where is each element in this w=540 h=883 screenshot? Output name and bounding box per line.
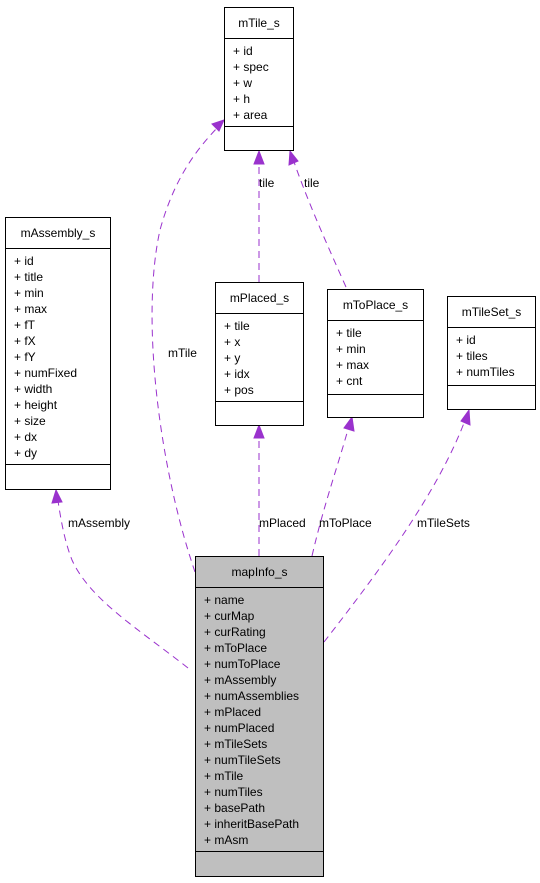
- attribute: + mAsm: [204, 833, 249, 847]
- attribute: + tiles: [456, 349, 488, 363]
- attribute: + max: [336, 358, 370, 372]
- attribute: + min: [336, 342, 366, 356]
- arrowhead-icon: [460, 408, 471, 426]
- attribute: + tile: [336, 326, 362, 340]
- class-title: mTileSet_s: [448, 297, 535, 328]
- class-node-mapinfo[interactable]: mapInfo_s + name + curMap + curRating + …: [195, 556, 324, 877]
- attribute: + tile: [224, 319, 250, 333]
- attribute: + title: [14, 270, 44, 284]
- attribute-list: + id + title + min + max + fT + fX + fY …: [6, 249, 110, 465]
- edge-label-mtilesets: mTileSets: [417, 516, 470, 530]
- edge-mtoplace: [311, 421, 351, 557]
- attribute: + mAssembly: [204, 673, 277, 687]
- attribute: + curRating: [204, 625, 266, 639]
- attribute: + size: [14, 414, 46, 428]
- attribute: + dy: [14, 446, 38, 460]
- class-node-mtileset[interactable]: mTileSet_s + id + tiles + numTiles: [447, 296, 536, 410]
- edge-label-massembly: mAssembly: [68, 516, 130, 530]
- edge-label-mtoplace: mToPlace: [319, 516, 372, 530]
- edge-label-mtoplace-tile: tile: [304, 176, 320, 190]
- arrowhead-icon: [288, 149, 299, 166]
- attribute: + spec: [233, 60, 269, 74]
- attribute: + x: [224, 335, 241, 349]
- edge-label-mplaced: mPlaced: [259, 516, 306, 530]
- class-title: mToPlace_s: [328, 290, 423, 321]
- arrowhead-icon: [211, 119, 225, 132]
- attribute: + curMap: [204, 609, 255, 623]
- attribute: + dx: [14, 430, 38, 444]
- attribute: + fY: [14, 350, 36, 364]
- attribute: + h: [233, 92, 251, 106]
- arrowhead-icon: [253, 423, 265, 439]
- class-node-mtile[interactable]: mTile_s + id + spec + w + h + area: [224, 7, 294, 151]
- class-title: mapInfo_s: [196, 557, 323, 588]
- attribute: + numFixed: [14, 366, 78, 380]
- attribute: + numAssemblies: [204, 689, 300, 703]
- attribute: + id: [14, 254, 34, 268]
- edge-label-mtile: mTile: [168, 346, 197, 360]
- attribute: + numTileSets: [204, 753, 281, 767]
- class-node-mplaced[interactable]: mPlaced_s + tile + x + y + idx + pos: [215, 282, 304, 426]
- attribute-list: + name + curMap + curRating + mToPlace +…: [196, 588, 323, 852]
- attribute: + mToPlace: [204, 641, 268, 655]
- attribute: + area: [233, 108, 268, 122]
- attribute: + mPlaced: [204, 705, 262, 719]
- attribute: + inheritBasePath: [204, 817, 300, 831]
- attribute: + id: [456, 333, 476, 347]
- attribute: + numTiles: [456, 365, 515, 379]
- attribute: + numToPlace: [204, 657, 281, 671]
- attribute: + max: [14, 302, 48, 316]
- attribute: + id: [233, 44, 253, 58]
- edge-label-mplaced-tile: tile: [259, 176, 275, 190]
- attribute-list: + tile + x + y + idx + pos: [216, 314, 303, 402]
- class-node-mtoplace[interactable]: mToPlace_s + tile + min + max + cnt: [327, 289, 424, 418]
- attribute: + numPlaced: [204, 721, 275, 735]
- attribute: + cnt: [336, 374, 363, 388]
- attribute: + y: [224, 351, 241, 365]
- class-title: mPlaced_s: [216, 283, 303, 314]
- attribute-list: + tile + min + max + cnt: [328, 321, 423, 395]
- attribute: + height: [14, 398, 58, 412]
- class-node-massembly[interactable]: mAssembly_s + id + title + min + max + f…: [5, 217, 111, 490]
- attribute: + fT: [14, 318, 36, 332]
- class-title: mAssembly_s: [6, 218, 110, 249]
- attribute: + name: [204, 593, 245, 607]
- attribute: + basePath: [204, 801, 266, 815]
- attribute: + idx: [224, 367, 250, 381]
- attribute: + mTile: [204, 769, 244, 783]
- attribute: + fX: [14, 334, 36, 348]
- class-title: mTile_s: [225, 8, 293, 39]
- attribute-list: + id + spec + w + h + area: [225, 39, 293, 127]
- attribute: + width: [14, 382, 53, 396]
- arrowhead-icon: [253, 149, 265, 165]
- arrowhead-icon: [51, 488, 63, 504]
- attribute: + mTileSets: [204, 737, 268, 751]
- attribute: + min: [14, 286, 44, 300]
- arrowhead-icon: [343, 415, 355, 432]
- attribute: + pos: [224, 383, 254, 397]
- attribute-list: + id + tiles + numTiles: [448, 328, 535, 386]
- attribute: + numTiles: [204, 785, 263, 799]
- attribute: + w: [233, 76, 253, 90]
